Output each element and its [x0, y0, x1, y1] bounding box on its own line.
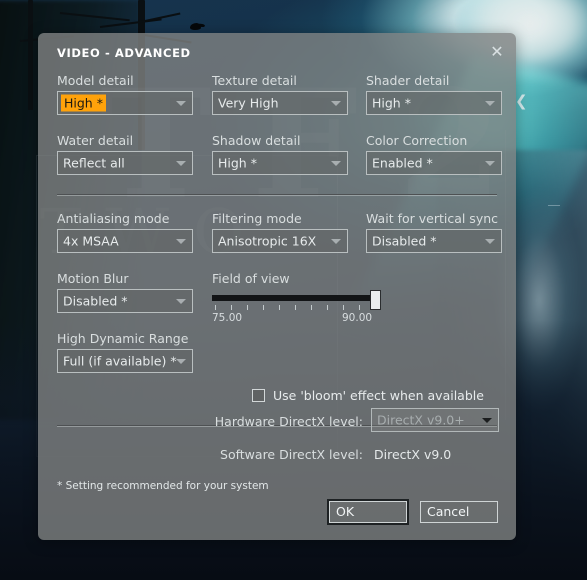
chevron-down-icon	[485, 101, 495, 106]
slider-tick	[359, 305, 360, 310]
field-label: Model detail	[57, 73, 134, 88]
slider-tick	[279, 305, 280, 310]
shader-detail-value: High *	[372, 95, 411, 111]
vsync-dropdown[interactable]: Disabled *	[366, 229, 502, 253]
tree-trunk-2	[28, 0, 33, 110]
slider-tick	[327, 305, 328, 310]
bird	[190, 23, 201, 30]
underlying-menu-tick	[548, 205, 560, 206]
antialiasing-dropdown[interactable]: 4x MSAA	[57, 229, 193, 253]
motion-blur-value: Disabled *	[63, 293, 128, 309]
bloom-checkbox-row[interactable]: Use 'bloom' effect when available	[252, 388, 484, 403]
chevron-down-icon	[176, 101, 186, 106]
software-directx-label: Software DirectX level:	[198, 447, 363, 462]
slider-tick	[343, 305, 344, 310]
chevron-left-icon: ❮	[515, 92, 528, 110]
software-directx-value-row: DirectX v9.0	[374, 447, 451, 462]
field-vsync: Wait for vertical sync Disabled *	[366, 211, 502, 253]
bloom-checkbox[interactable]	[252, 389, 265, 402]
software-directx-value: DirectX v9.0	[374, 447, 452, 462]
chevron-down-icon	[485, 239, 495, 244]
shadow-detail-dropdown[interactable]: High *	[212, 151, 348, 175]
slider-tick	[231, 305, 232, 310]
field-color-correction: Color Correction Enabled *	[366, 133, 502, 175]
texture-detail-value: Very High	[218, 95, 279, 111]
field-of-view-slider[interactable]: 75.00 90.00	[212, 290, 381, 329]
filtering-dropdown[interactable]: Anisotropic 16X	[212, 229, 348, 253]
slider-max-label: 90.00	[342, 312, 373, 324]
model-detail-dropdown[interactable]: High *	[57, 91, 193, 115]
software-directx-label-text: Software DirectX level:	[220, 447, 363, 462]
dialog-title: VIDEO - ADVANCED	[57, 46, 191, 60]
field-hdr: High Dynamic Range Full (if available) *	[57, 331, 193, 373]
slider-tick	[247, 305, 248, 310]
field-label: High Dynamic Range	[57, 331, 189, 346]
water-detail-value: Reflect all	[63, 155, 125, 171]
field-motion-blur: Motion Blur Disabled *	[57, 271, 193, 313]
hardware-directx-dropdown[interactable]: DirectX v9.0+	[371, 408, 499, 432]
field-shader-detail: Shader detail High *	[366, 73, 502, 115]
section-divider-1	[57, 194, 497, 196]
slider-min-label: 75.00	[212, 312, 243, 324]
close-icon[interactable]: ✕	[486, 41, 508, 63]
chevron-down-icon	[331, 101, 341, 106]
slider-tick	[215, 305, 216, 310]
field-label: Shader detail	[366, 73, 450, 88]
chevron-down-icon	[331, 161, 341, 166]
filtering-value: Anisotropic 16X	[218, 233, 317, 249]
field-label: Antialiasing mode	[57, 211, 170, 226]
chevron-down-icon	[331, 239, 341, 244]
hardware-directx-label: Hardware DirectX level:	[198, 414, 363, 429]
cancel-button[interactable]: Cancel	[420, 501, 498, 523]
slider-ticks	[212, 305, 378, 311]
hdr-dropdown[interactable]: Full (if available) *	[57, 349, 193, 373]
recommended-setting-footnote: * Setting recommended for your system	[57, 480, 269, 492]
field-water-detail: Water detail Reflect all	[57, 133, 193, 175]
motion-blur-dropdown[interactable]: Disabled *	[57, 289, 193, 313]
field-label: Color Correction	[366, 133, 468, 148]
field-model-detail: Model detail High *	[57, 73, 193, 115]
antialiasing-value: 4x MSAA	[63, 233, 119, 249]
field-field-of-view: Field of view 75.00 90.00	[212, 271, 381, 329]
color-correction-dropdown[interactable]: Enabled *	[366, 151, 502, 175]
chevron-down-icon	[176, 161, 186, 166]
slider-track[interactable]	[212, 295, 378, 301]
field-filtering: Filtering mode Anisotropic 16X	[212, 211, 348, 253]
chevron-down-icon	[176, 359, 186, 364]
slider-handle[interactable]	[370, 290, 381, 310]
shader-detail-dropdown[interactable]: High *	[366, 91, 502, 115]
model-detail-value: High *	[61, 94, 106, 112]
shadow-detail-value: High *	[218, 155, 257, 171]
field-antialiasing: Antialiasing mode 4x MSAA	[57, 211, 193, 253]
ok-button[interactable]: OK	[327, 499, 409, 525]
hdr-value: Full (if available) *	[63, 353, 177, 369]
hardware-directx-label-text: Hardware DirectX level:	[214, 414, 363, 429]
field-texture-detail: Texture detail Very High	[212, 73, 348, 115]
video-advanced-dialog: VIDEO - ADVANCED ✕ Model detail High * T…	[38, 33, 516, 540]
slider-tick	[295, 305, 296, 310]
chevron-down-icon	[482, 418, 492, 423]
field-label: Wait for vertical sync	[366, 211, 499, 226]
texture-detail-dropdown[interactable]: Very High	[212, 91, 348, 115]
chevron-down-icon	[176, 239, 186, 244]
field-label: Filtering mode	[212, 211, 302, 226]
vsync-value: Disabled *	[372, 233, 437, 249]
field-label: Motion Blur	[57, 271, 129, 286]
field-label: Shadow detail	[212, 133, 301, 148]
field-label: Texture detail	[212, 73, 297, 88]
bloom-label: Use 'bloom' effect when available	[273, 388, 484, 403]
slider-tick	[311, 305, 312, 310]
field-shadow-detail: Shadow detail High *	[212, 133, 348, 175]
field-label: Field of view	[212, 271, 290, 286]
slider-tick	[263, 305, 264, 310]
hardware-directx-value: DirectX v9.0+	[377, 412, 465, 428]
color-correction-value: Enabled *	[372, 155, 433, 171]
water-detail-dropdown[interactable]: Reflect all	[57, 151, 193, 175]
chevron-down-icon	[485, 161, 495, 166]
chevron-down-icon	[176, 299, 186, 304]
field-label: Water detail	[57, 133, 134, 148]
